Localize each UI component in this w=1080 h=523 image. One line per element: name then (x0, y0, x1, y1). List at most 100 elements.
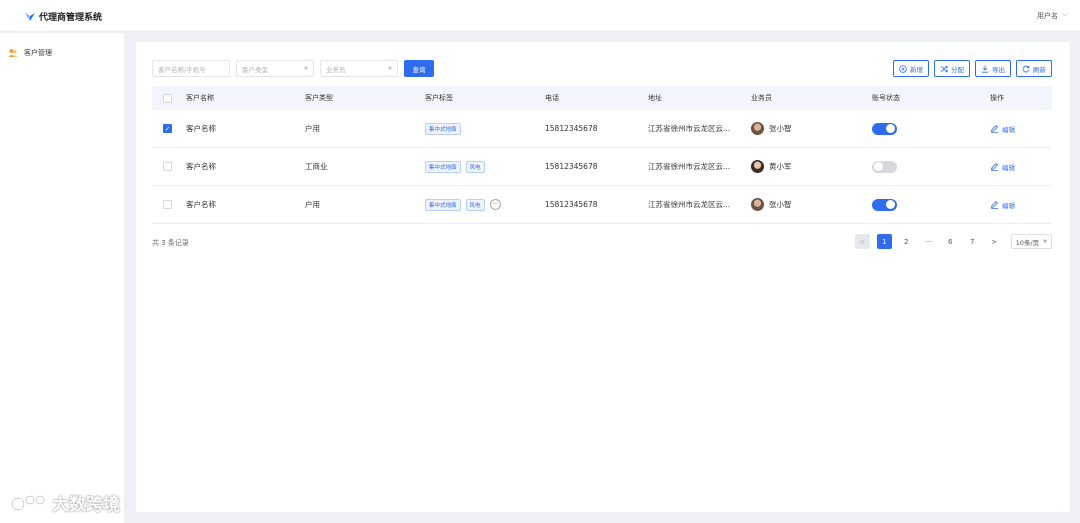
refresh-icon (1022, 65, 1030, 72)
phone: 15812345678 (545, 162, 598, 171)
assign-button[interactable]: 分配 (934, 60, 970, 77)
chevron-down-icon: ﹀ (1061, 13, 1068, 21)
header-address: 地址 (648, 94, 662, 102)
assign-label: 分配 (951, 65, 964, 74)
header-phone: 电话 (545, 94, 559, 102)
refresh-button[interactable]: 刷新 (1016, 60, 1052, 77)
row-checkbox[interactable]: ✓ (163, 124, 172, 133)
customer-type-select[interactable]: 客户类型 ▼ (236, 60, 314, 77)
status-toggle[interactable] (872, 122, 897, 135)
address: 江苏省徐州市云龙区云... (648, 124, 731, 133)
customer-search-placeholder: 客户名称/手机号 (158, 65, 206, 74)
toolbar: 新增 分配 导出 刷新 (888, 60, 1052, 77)
watermark: 大数跨境 (10, 490, 120, 515)
customer-name: 客户名称 (186, 162, 216, 171)
page-2[interactable]: 2 (899, 234, 914, 249)
page-6[interactable]: 6 (943, 234, 958, 249)
table-row: ✓ 客户名称 户用 集中式地面 15812345678 江苏省徐州市云龙区云..… (152, 110, 1052, 148)
customer-type: 户用 (305, 200, 320, 209)
customer-name: 客户名称 (186, 124, 216, 133)
header-tags: 客户标签 (425, 94, 453, 102)
select-all-checkbox[interactable] (163, 93, 172, 103)
sidebar: 客户管理 (0, 33, 124, 523)
salesperson-name: 张小智 (769, 124, 792, 133)
chevron-down-icon: ▼ (304, 65, 308, 72)
watermark-logo-icon (10, 494, 46, 511)
total-records: 共 3 条记录 (152, 239, 189, 247)
header-sales: 业务员 (751, 94, 772, 102)
customer-tags: 集中式地面 风电 ··· (425, 198, 501, 211)
page-7[interactable]: 7 (965, 234, 980, 249)
main-panel: 客户名称/手机号 客户类型 ▼ 业务员 ▼ 查询 新增 分配 导出 刷新 客户名… (136, 42, 1070, 512)
customer-type: 工商业 (305, 162, 328, 171)
download-icon (981, 65, 989, 73)
customer-tags: 集中式地面 风电 (425, 160, 490, 173)
edit-link[interactable]: 编辑 (990, 124, 1015, 134)
header-name: 客户名称 (186, 94, 214, 102)
logo-icon (25, 12, 35, 21)
user-menu[interactable]: 用户名 ﹀ (1037, 11, 1068, 21)
status-toggle[interactable] (872, 198, 897, 211)
salesperson-name: 黄小军 (769, 162, 792, 171)
pagination: < 1 2 ··· 6 7 > 10条/页 ▼ (848, 234, 1052, 249)
page-1[interactable]: 1 (876, 234, 892, 249)
tag: 风电 (465, 160, 485, 173)
edit-link[interactable]: 编辑 (990, 200, 1015, 210)
edit-label: 编辑 (1002, 163, 1015, 172)
sidebar-item-label: 客户管理 (24, 49, 52, 57)
row-checkbox[interactable] (163, 162, 172, 171)
header-type: 客户类型 (305, 94, 333, 102)
next-page-button[interactable]: > (987, 234, 1002, 249)
salesperson-placeholder: 业务员 (326, 65, 346, 74)
page-ellipsis[interactable]: ··· (921, 234, 936, 249)
shuffle-icon (940, 65, 948, 72)
add-button[interactable]: 新增 (893, 60, 929, 77)
tag: 风电 (465, 198, 485, 211)
app-logo[interactable]: 代理商管理系统 (24, 10, 102, 23)
table-header: 客户名称 客户类型 客户标签 电话 地址 业务员 账号状态 操作 (152, 86, 1052, 110)
export-label: 导出 (992, 65, 1005, 74)
phone: 15812345678 (545, 124, 598, 133)
page-size-value: 10条/页 (1015, 238, 1040, 247)
salesperson-select[interactable]: 业务员 ▼ (320, 60, 398, 77)
watermark-text: 大数跨境 (52, 495, 120, 515)
ellipsis-icon[interactable]: ··· (489, 199, 501, 210)
avatar (751, 122, 764, 135)
add-label: 新增 (910, 65, 923, 74)
customer-tags: 集中式地面 (425, 122, 466, 135)
export-button[interactable]: 导出 (975, 60, 1011, 77)
customer-type: 户用 (305, 124, 320, 133)
tag: 集中式地面 (425, 122, 461, 135)
edit-pen-icon (990, 201, 998, 209)
app-title: 代理商管理系统 (39, 13, 103, 23)
edit-link[interactable]: 编辑 (990, 162, 1015, 172)
user-name: 用户名 (1036, 12, 1058, 20)
salesperson-name: 张小智 (769, 200, 792, 209)
table-row: 客户名称 工商业 集中式地面 风电 15812345678 江苏省徐州市云龙区云… (152, 148, 1052, 186)
edit-label: 编辑 (1002, 125, 1015, 134)
customer-type-placeholder: 客户类型 (242, 65, 268, 74)
address: 江苏省徐州市云龙区云... (648, 162, 731, 171)
customer-search-input[interactable]: 客户名称/手机号 (152, 60, 230, 77)
salesperson: 黄小军 (751, 160, 792, 173)
chevron-down-icon: ▼ (1043, 238, 1047, 245)
salesperson: 张小智 (751, 122, 792, 135)
edit-pen-icon (990, 163, 998, 171)
chevron-down-icon: ▼ (388, 65, 392, 72)
prev-page-button[interactable]: < (854, 234, 870, 249)
salesperson: 张小智 (751, 198, 792, 211)
customer-table: 客户名称 客户类型 客户标签 电话 地址 业务员 账号状态 操作 ✓ 客户名称 … (152, 86, 1052, 224)
avatar (751, 160, 764, 173)
row-checkbox[interactable] (163, 200, 172, 209)
tag: 集中式地面 (425, 198, 461, 211)
table-row: 客户名称 户用 集中式地面 风电 ··· 15812345678 江苏省徐州市云… (152, 186, 1052, 224)
sidebar-item-customers[interactable]: 客户管理 (8, 48, 52, 58)
status-toggle[interactable] (872, 160, 897, 173)
top-bar: 代理商管理系统 用户名 ﹀ (0, 0, 1080, 32)
tag: 集中式地面 (425, 160, 461, 173)
page-size-select[interactable]: 10条/页 ▼ (1010, 234, 1052, 249)
edit-label: 编辑 (1002, 201, 1015, 210)
refresh-label: 刷新 (1033, 65, 1046, 74)
header-status: 账号状态 (872, 94, 900, 102)
query-button[interactable]: 查询 (404, 60, 434, 77)
